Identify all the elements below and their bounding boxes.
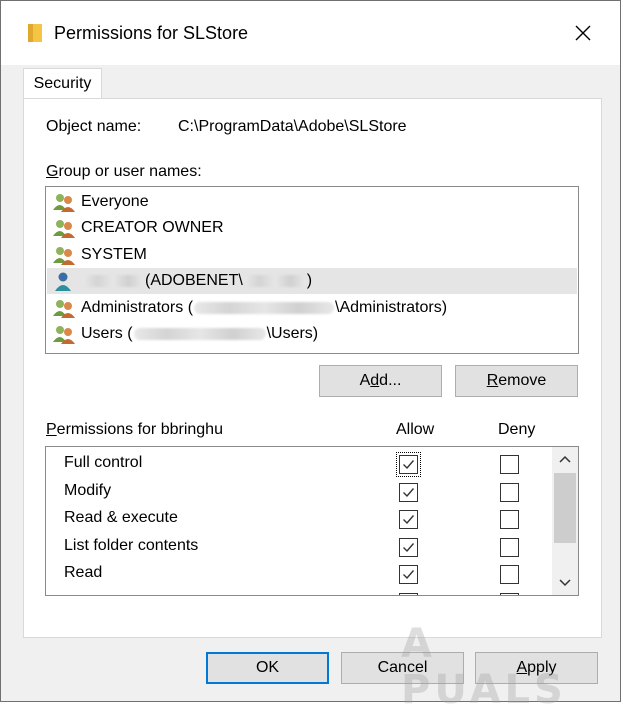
scroll-thumb[interactable] [554, 473, 576, 543]
close-button[interactable] [561, 15, 605, 51]
deny-checkbox[interactable] [500, 482, 519, 502]
ok-button[interactable]: OK [206, 652, 329, 684]
deny-checkbox[interactable] [500, 565, 519, 584]
window-title: Permissions for SLStore [54, 23, 249, 43]
user-text-part: (ADOBENET\ [145, 272, 243, 290]
scroll-up-button[interactable] [552, 447, 578, 471]
permission-name: Modify [64, 481, 112, 499]
deny-checkbox[interactable] [500, 510, 519, 529]
permissions-scrollbar[interactable] [552, 447, 578, 595]
permission-row: List folder contents [46, 533, 551, 560]
add-button[interactable]: Ad d... [319, 365, 442, 397]
permissions-dialog: Permissions for SLStore Security Object … [0, 0, 621, 713]
user-text-part: Everyone [81, 193, 149, 210]
user-list-item-label: SYSTEM [81, 246, 147, 264]
user-list-item[interactable]: Administrators ( \Administrators) [47, 295, 577, 321]
partial-checkbox[interactable] [500, 592, 519, 595]
permissions-for-label: Permissions for bbringhu [46, 421, 223, 438]
remove-button[interactable]: Remove [455, 365, 578, 397]
permission-row: Modify [46, 478, 551, 505]
title-bar[interactable]: Permissions for SLStore [1, 1, 620, 65]
user-text-part: SYSTEM [81, 245, 147, 263]
permission-row-partial [46, 588, 551, 595]
permission-name: List folder contents [64, 536, 199, 554]
chevron-up-icon [559, 455, 571, 463]
allow-header: Allow [396, 421, 435, 438]
user-text-part: Administrators ( [81, 298, 194, 316]
user-text-part: Users ( [81, 325, 133, 342]
group-users-icon [53, 192, 75, 212]
scroll-down-button[interactable] [552, 571, 578, 595]
user-list[interactable]: Everyone CREATOR OWNER SYSTEM (ADOBENET\) Ad… [45, 186, 579, 354]
chevron-down-icon [559, 579, 571, 587]
user-list-item[interactable]: Everyone [47, 189, 577, 215]
user-list-item-label: Administrators ( \Administrators) [81, 299, 447, 317]
permissions-list: Full control Modify Read & execute List fol… [45, 446, 579, 596]
object-name-label: Object name: [46, 118, 142, 135]
partial-checkbox[interactable] [399, 592, 418, 595]
user-text-part: ) [306, 272, 313, 290]
group-users-icon [53, 324, 75, 344]
folder-icon [28, 24, 42, 42]
user-list-item-label: Everyone [81, 193, 149, 211]
watermark-logo: A PUALS [401, 621, 567, 713]
allow-checkbox[interactable] [399, 565, 418, 584]
redacted-text [194, 301, 335, 314]
permission-row: Full control [46, 450, 551, 477]
close-icon [575, 25, 591, 41]
permission-row: Read & execute [46, 505, 551, 532]
deny-checkbox[interactable] [500, 455, 519, 474]
permission-name: Read & execute [64, 509, 178, 526]
allow-checkbox[interactable] [396, 452, 421, 477]
tab-security[interactable]: Security [23, 68, 102, 99]
redacted-text [133, 328, 266, 340]
security-panel: Object name: C:\ProgramData\Adobe\SLStor… [23, 98, 602, 638]
user-list-item-label: Users ( \Users) [81, 325, 318, 343]
object-name-value: C:\ProgramData\Adobe\SLStore [178, 118, 407, 135]
user-list-item[interactable]: Users ( \Users) [47, 321, 577, 347]
permission-name: Full control [64, 454, 143, 471]
group-users-icon [53, 298, 75, 318]
group-user-names-label: Group or user names: [46, 163, 202, 180]
allow-checkbox[interactable] [399, 510, 418, 529]
permission-name: Read [64, 564, 103, 581]
allow-checkbox[interactable] [399, 537, 418, 557]
redacted-text [82, 275, 144, 288]
permission-row: Read [46, 560, 551, 587]
user-list-item-label: (ADOBENET\) [81, 272, 312, 290]
user-text-part: \Administrators) [335, 298, 448, 316]
deny-checkbox[interactable] [500, 537, 519, 557]
redacted-text [243, 275, 306, 288]
user-list-item[interactable]: (ADOBENET\) [47, 268, 577, 295]
user-text-part: \Users) [266, 325, 319, 342]
allow-checkbox[interactable] [399, 482, 418, 502]
group-users-icon [53, 218, 75, 239]
single-user-icon [53, 271, 75, 292]
user-list-item[interactable]: SYSTEM [47, 242, 577, 268]
user-list-item-label: CREATOR OWNER [81, 219, 224, 237]
group-users-icon [53, 245, 75, 265]
user-text-part: CREATOR OWNER [81, 219, 224, 237]
deny-header: Deny [498, 421, 536, 438]
user-list-item[interactable]: CREATOR OWNER [47, 215, 577, 241]
